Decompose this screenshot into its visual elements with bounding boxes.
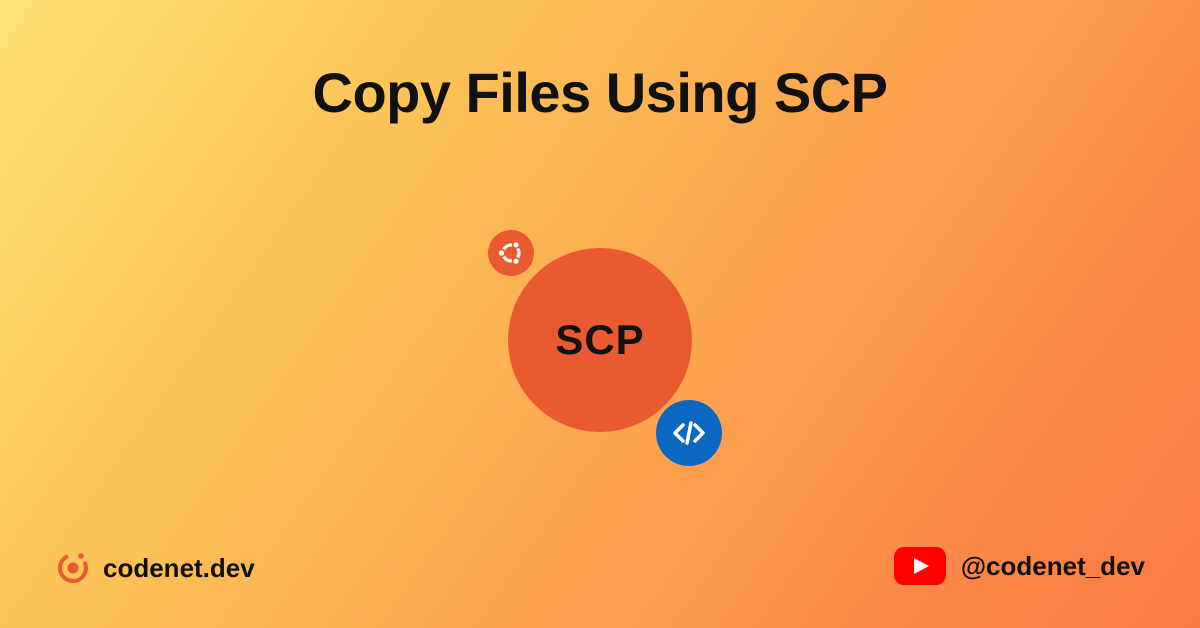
brand-name: codenet.dev — [103, 553, 255, 584]
youtube-icon — [893, 546, 947, 586]
code-icon — [656, 400, 722, 466]
footer-social: @codenet_dev — [893, 546, 1145, 586]
footer-brand: codenet.dev — [55, 550, 255, 586]
social-handle: @codenet_dev — [961, 551, 1145, 582]
codenet-logo-icon — [55, 550, 91, 586]
scp-circle: SCP — [508, 248, 692, 432]
scp-label: SCP — [555, 316, 644, 364]
center-graphic: SCP — [470, 218, 730, 478]
ubuntu-icon — [488, 230, 534, 276]
page-title: Copy Files Using SCP — [0, 60, 1200, 125]
